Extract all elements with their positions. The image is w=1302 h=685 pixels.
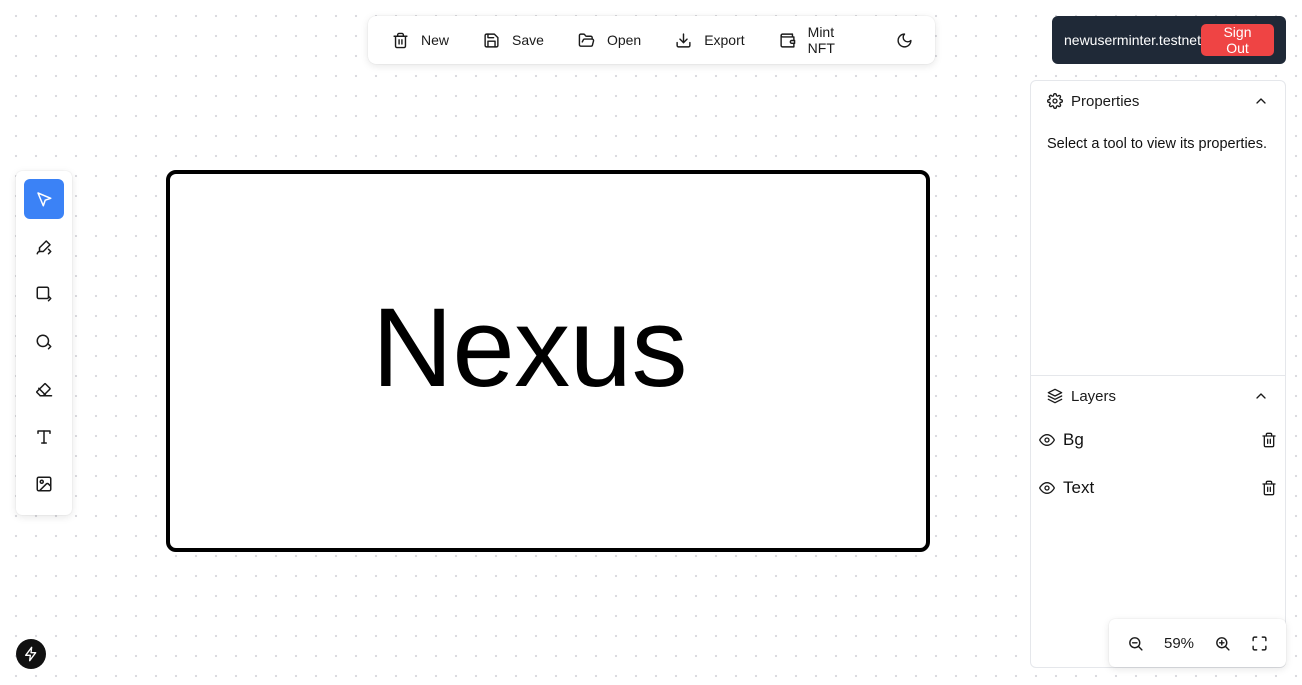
zoom-in-icon[interactable] bbox=[1214, 635, 1231, 652]
cursor-icon bbox=[35, 190, 53, 208]
mint-nft-label: Mint NFT bbox=[807, 24, 835, 56]
layer-name: Text bbox=[1063, 478, 1095, 497]
brush-icon bbox=[35, 238, 53, 256]
main-toolbar: New Save Open Export Mint NFT bbox=[368, 16, 935, 64]
select-tool-button[interactable] bbox=[24, 179, 64, 219]
zoom-level: 59% bbox=[1163, 634, 1195, 652]
trash-icon bbox=[392, 32, 409, 49]
brush-tool-button[interactable] bbox=[24, 227, 64, 267]
download-icon bbox=[675, 32, 692, 49]
lightning-icon bbox=[23, 646, 39, 662]
ellipse-tool-button[interactable] bbox=[24, 322, 64, 362]
square-icon bbox=[35, 285, 53, 303]
open-label: Open bbox=[606, 32, 642, 48]
properties-title: Properties bbox=[1071, 92, 1140, 110]
sign-out-button[interactable]: Sign Out bbox=[1200, 24, 1274, 56]
trash-icon[interactable] bbox=[1261, 432, 1277, 448]
right-panel: Properties Select a tool to view its pro… bbox=[1030, 80, 1286, 668]
eye-icon[interactable] bbox=[1039, 432, 1055, 448]
chevron-up-icon[interactable] bbox=[1253, 93, 1269, 109]
trash-icon[interactable] bbox=[1261, 480, 1277, 496]
properties-body: Select a tool to view its properties. bbox=[1031, 121, 1285, 375]
moon-icon bbox=[896, 32, 913, 49]
layers-header[interactable]: Layers bbox=[1031, 376, 1285, 416]
export-button[interactable]: Export bbox=[671, 24, 748, 56]
chevron-up-icon[interactable] bbox=[1253, 388, 1269, 404]
new-button[interactable]: New bbox=[388, 24, 453, 56]
fullscreen-icon[interactable] bbox=[1251, 635, 1268, 652]
zoom-out-icon[interactable] bbox=[1127, 635, 1144, 652]
wallet-icon bbox=[779, 32, 796, 49]
type-icon bbox=[35, 428, 53, 446]
save-button[interactable]: Save bbox=[479, 24, 548, 56]
folder-open-icon bbox=[578, 32, 595, 49]
lightning-badge[interactable] bbox=[16, 639, 46, 669]
save-icon bbox=[483, 32, 500, 49]
properties-header[interactable]: Properties bbox=[1031, 81, 1285, 121]
image-tool-button[interactable] bbox=[24, 464, 64, 504]
layer-item[interactable]: Bg bbox=[1031, 416, 1285, 464]
layers-icon bbox=[1047, 388, 1063, 404]
circle-icon bbox=[35, 333, 53, 351]
zoom-controls: 59% bbox=[1109, 619, 1286, 667]
rectangle-tool-button[interactable] bbox=[24, 274, 64, 314]
text-tool-button[interactable] bbox=[24, 417, 64, 457]
open-button[interactable]: Open bbox=[574, 24, 645, 56]
mint-nft-button[interactable]: Mint NFT bbox=[775, 24, 866, 56]
theme-toggle-button[interactable] bbox=[892, 24, 917, 56]
layer-item[interactable]: Text bbox=[1031, 464, 1285, 512]
account-name: newuserminter.testnet bbox=[1064, 32, 1201, 48]
user-box: newuserminter.testnet Sign Out bbox=[1052, 16, 1286, 64]
image-icon bbox=[35, 475, 53, 493]
layer-name: Bg bbox=[1063, 430, 1084, 449]
eraser-tool-button[interactable] bbox=[24, 369, 64, 409]
export-label: Export bbox=[704, 32, 745, 48]
gear-icon bbox=[1047, 93, 1063, 109]
tool-palette bbox=[16, 171, 72, 515]
save-label: Save bbox=[512, 32, 544, 48]
properties-empty-message: Select a tool to view its properties. bbox=[1047, 136, 1268, 152]
eraser-icon bbox=[35, 380, 53, 398]
new-label: New bbox=[421, 32, 450, 48]
canvas-text[interactable]: Nexus bbox=[372, 292, 687, 404]
eye-icon[interactable] bbox=[1039, 480, 1055, 496]
layers-title: Layers bbox=[1071, 387, 1117, 405]
